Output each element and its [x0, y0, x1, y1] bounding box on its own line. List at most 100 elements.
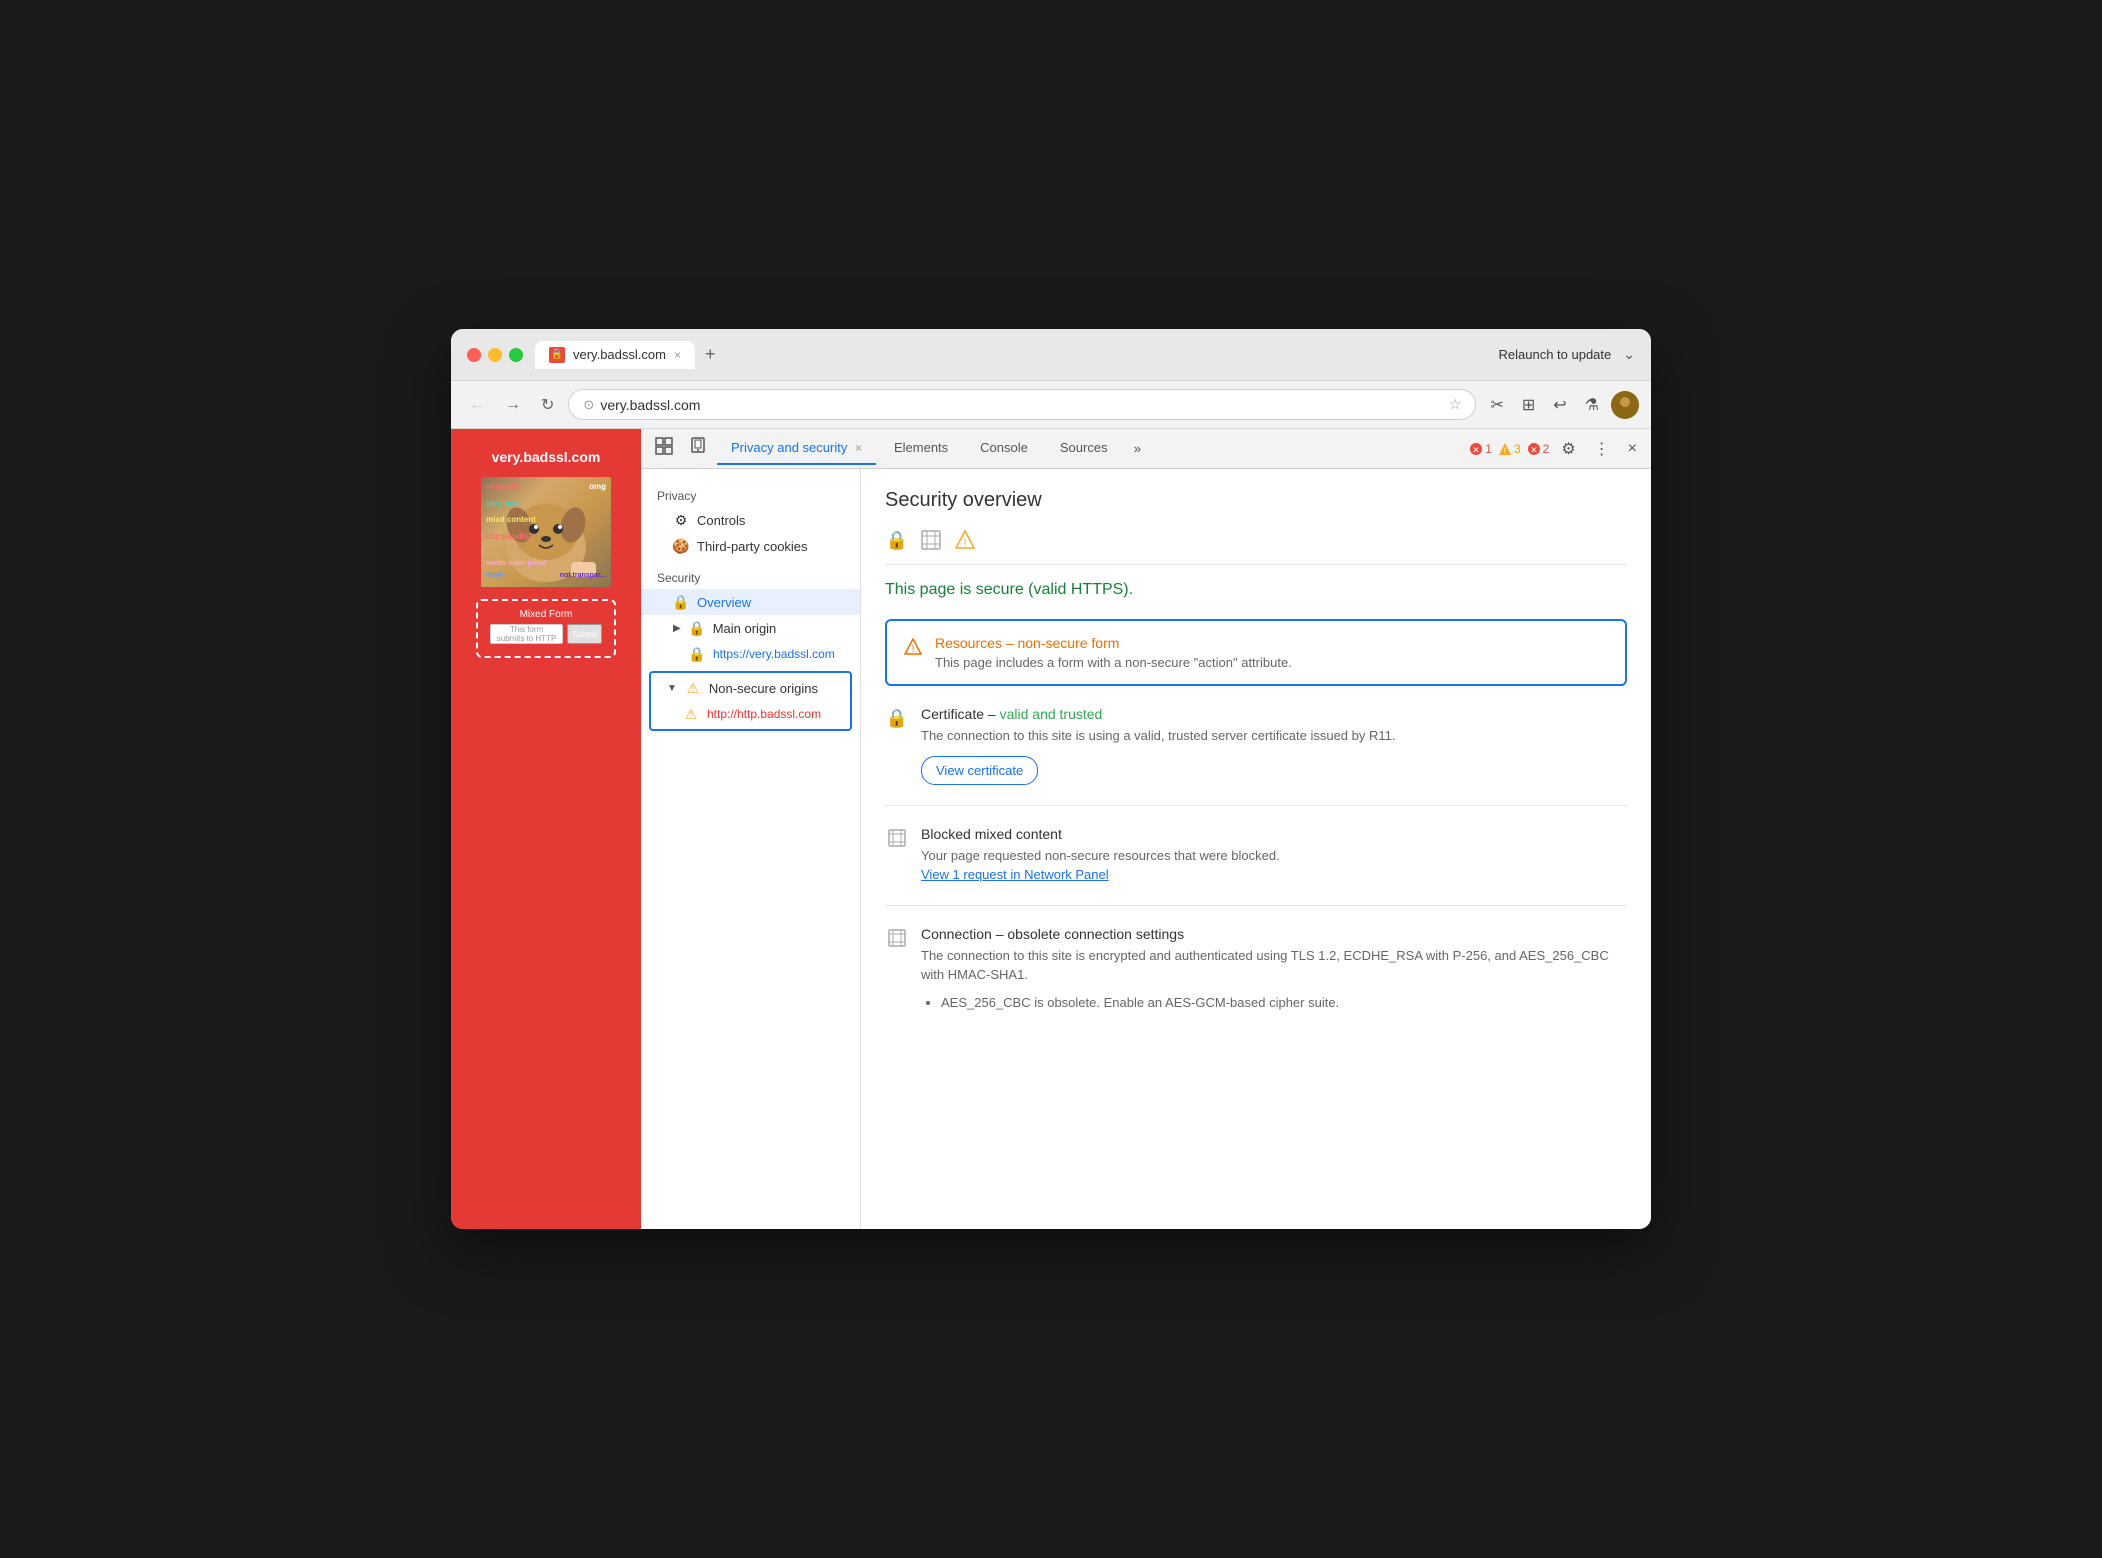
form-submit: Submit: [567, 624, 602, 644]
chrome-menu-chevron: ⌄: [1623, 346, 1635, 363]
tab-sources[interactable]: Sources: [1046, 432, 1122, 465]
non-secure-form-alert: ! Resources – non-secure form This page …: [885, 619, 1627, 686]
cookies-label: Third-party cookies: [697, 539, 808, 554]
cookies-icon: 🍪: [673, 538, 689, 554]
tab-favicon: 🔒: [549, 347, 565, 363]
devtools-panel: Privacy and security × Elements Console …: [641, 429, 1651, 1229]
secure-page-message: This page is secure (valid HTTPS).: [885, 581, 1627, 599]
view-request-network-link[interactable]: View 1 request in Network Panel: [921, 867, 1109, 882]
svg-text:!: !: [912, 644, 915, 655]
security-section-label: Security: [641, 567, 860, 589]
certificate-lock-icon: 🔒: [885, 708, 909, 729]
sidebar-item-main-origin[interactable]: ▶ 🔒 Main origin: [641, 615, 860, 641]
device-mode-button[interactable]: [683, 433, 713, 464]
overview-warning-icon: !: [953, 528, 977, 552]
forward-button[interactable]: →: [499, 392, 527, 418]
mixed-form-label: Mixed Form This form submits to HTTP Sub…: [476, 599, 616, 658]
doge-text-1: shaaad-1: [486, 482, 521, 491]
privacy-section-label: Privacy: [641, 485, 860, 507]
tab-privacy-security[interactable]: Privacy and security ×: [717, 432, 876, 465]
mixed-content-row: Blocked mixed content Your page requeste…: [885, 826, 1627, 906]
devtools-more-menu-button[interactable]: ⋮: [1588, 435, 1616, 463]
svg-text:✕: ✕: [1472, 445, 1480, 455]
mixed-form-section: Mixed Form This form submits to HTTP Sub…: [476, 599, 616, 664]
non-secure-arrow: ▼: [667, 683, 677, 694]
sidebar-item-http-url[interactable]: ⚠ http://http.badssl.com: [651, 701, 850, 727]
non-secure-warning-icon: ⚠: [685, 680, 701, 696]
doge-text-8: not transpar...: [560, 572, 606, 579]
more-tabs-button[interactable]: »: [1126, 437, 1149, 460]
fullscreen-traffic-light[interactable]: [509, 348, 523, 362]
tab-bar: 🔒 very.badssl.com × +: [535, 341, 722, 369]
main-content: very.badssl.com: [451, 429, 1651, 1229]
http-url-warning-icon: ⚠: [683, 706, 699, 722]
extensions-icon[interactable]: ⊞: [1516, 391, 1541, 419]
flask-icon[interactable]: ⚗: [1579, 391, 1605, 419]
doge-text-2: omg: [589, 482, 606, 491]
certificate-row: 🔒 Certificate – valid and trusted The co…: [885, 706, 1627, 806]
sidebar-item-cookies[interactable]: 🍪 Third-party cookies: [641, 533, 860, 559]
overview-label: Overview: [697, 595, 751, 610]
connection-title: Connection – obsolete connection setting…: [921, 926, 1627, 942]
devtools-close-button[interactable]: ×: [1622, 436, 1643, 462]
tab-console[interactable]: Console: [966, 432, 1042, 465]
back-button[interactable]: ←: [463, 392, 491, 418]
devtools-toolbar: Privacy and security × Elements Console …: [641, 429, 1651, 469]
doge-text-6: needs moar privat: [486, 560, 546, 567]
scissors-icon[interactable]: ✂: [1484, 391, 1509, 419]
sidebar-item-overview[interactable]: 🔒 Overview: [641, 589, 860, 615]
active-tab[interactable]: 🔒 very.badssl.com ×: [535, 341, 695, 369]
svg-text:✕: ✕: [1530, 445, 1538, 455]
sidebar-item-non-secure-origins[interactable]: ▼ ⚠ Non-secure origins: [651, 675, 850, 701]
controls-icon: ⚙: [673, 512, 689, 528]
share-icon[interactable]: ↩: [1547, 391, 1572, 419]
https-url: https://very.badssl.com: [713, 647, 835, 661]
devtools-settings-button[interactable]: ⚙: [1555, 435, 1581, 463]
alert-warning-icon: !: [903, 637, 923, 662]
connection-icon: [885, 928, 909, 953]
title-bar: 🔒 very.badssl.com × + Relaunch to update…: [451, 329, 1651, 381]
connection-content: Connection – obsolete connection setting…: [921, 926, 1627, 1017]
bookmark-star-icon[interactable]: ☆: [1449, 396, 1462, 413]
inspect-element-button[interactable]: [649, 433, 679, 464]
new-tab-button[interactable]: +: [699, 344, 722, 365]
connection-description: The connection to this site is encrypted…: [921, 946, 1627, 1013]
close-traffic-light[interactable]: [467, 348, 481, 362]
tab-elements[interactable]: Elements: [880, 432, 962, 465]
view-certificate-button[interactable]: View certificate: [921, 756, 1038, 785]
devtools-body: Privacy ⚙ Controls 🍪 Third-party cookies…: [641, 469, 1651, 1229]
mixed-form-title: Mixed Form: [520, 609, 573, 620]
mixed-content-title: Blocked mixed content: [921, 826, 1627, 842]
tab-close-button[interactable]: ×: [674, 348, 681, 362]
browser-window: 🔒 very.badssl.com × + Relaunch to update…: [451, 329, 1651, 1229]
certificate-content: Certificate – valid and trusted The conn…: [921, 706, 1627, 785]
main-origin-arrow: ▶: [673, 623, 681, 634]
connection-row: Connection – obsolete connection setting…: [885, 926, 1627, 1037]
address-bar[interactable]: ⊙ very.badssl.com ☆: [568, 389, 1476, 420]
non-secure-origins-label: Non-secure origins: [709, 681, 818, 696]
sidebar-item-https-url[interactable]: 🔒 https://very.badssl.com: [641, 641, 860, 667]
nav-actions: ✂ ⊞ ↩ ⚗: [1484, 391, 1639, 419]
main-origin-lock-icon: 🔒: [689, 620, 705, 636]
address-text: very.badssl.com: [600, 397, 1443, 413]
sidebar-item-controls[interactable]: ⚙ Controls: [641, 507, 860, 533]
relaunch-update-button[interactable]: Relaunch to update: [1491, 343, 1620, 366]
main-origin-label: Main origin: [713, 621, 777, 636]
alert-description: This page includes a form with a non-sec…: [935, 655, 1609, 670]
svg-text:!: !: [963, 537, 966, 549]
reload-button[interactable]: ↻: [535, 391, 560, 419]
mixed-content-icon: [885, 828, 909, 853]
minimize-traffic-light[interactable]: [488, 348, 502, 362]
alert-title: Resources – non-secure form: [935, 635, 1609, 651]
security-indicator-icon: ⊙: [583, 397, 594, 413]
https-url-lock-icon: 🔒: [689, 646, 705, 662]
tab-title: very.badssl.com: [573, 347, 666, 362]
certificate-title: Certificate – valid and trusted: [921, 706, 1627, 722]
doge-text-5: cbc poodle?: [486, 532, 533, 541]
security-icons-row: 🔒 !: [885, 528, 1627, 552]
page-domain-label: very.badssl.com: [492, 449, 601, 465]
profile-avatar[interactable]: [1611, 391, 1639, 419]
tab-close-privacy[interactable]: ×: [855, 441, 862, 455]
traffic-lights: [467, 348, 523, 362]
doge-text-7: wow: [486, 570, 503, 579]
